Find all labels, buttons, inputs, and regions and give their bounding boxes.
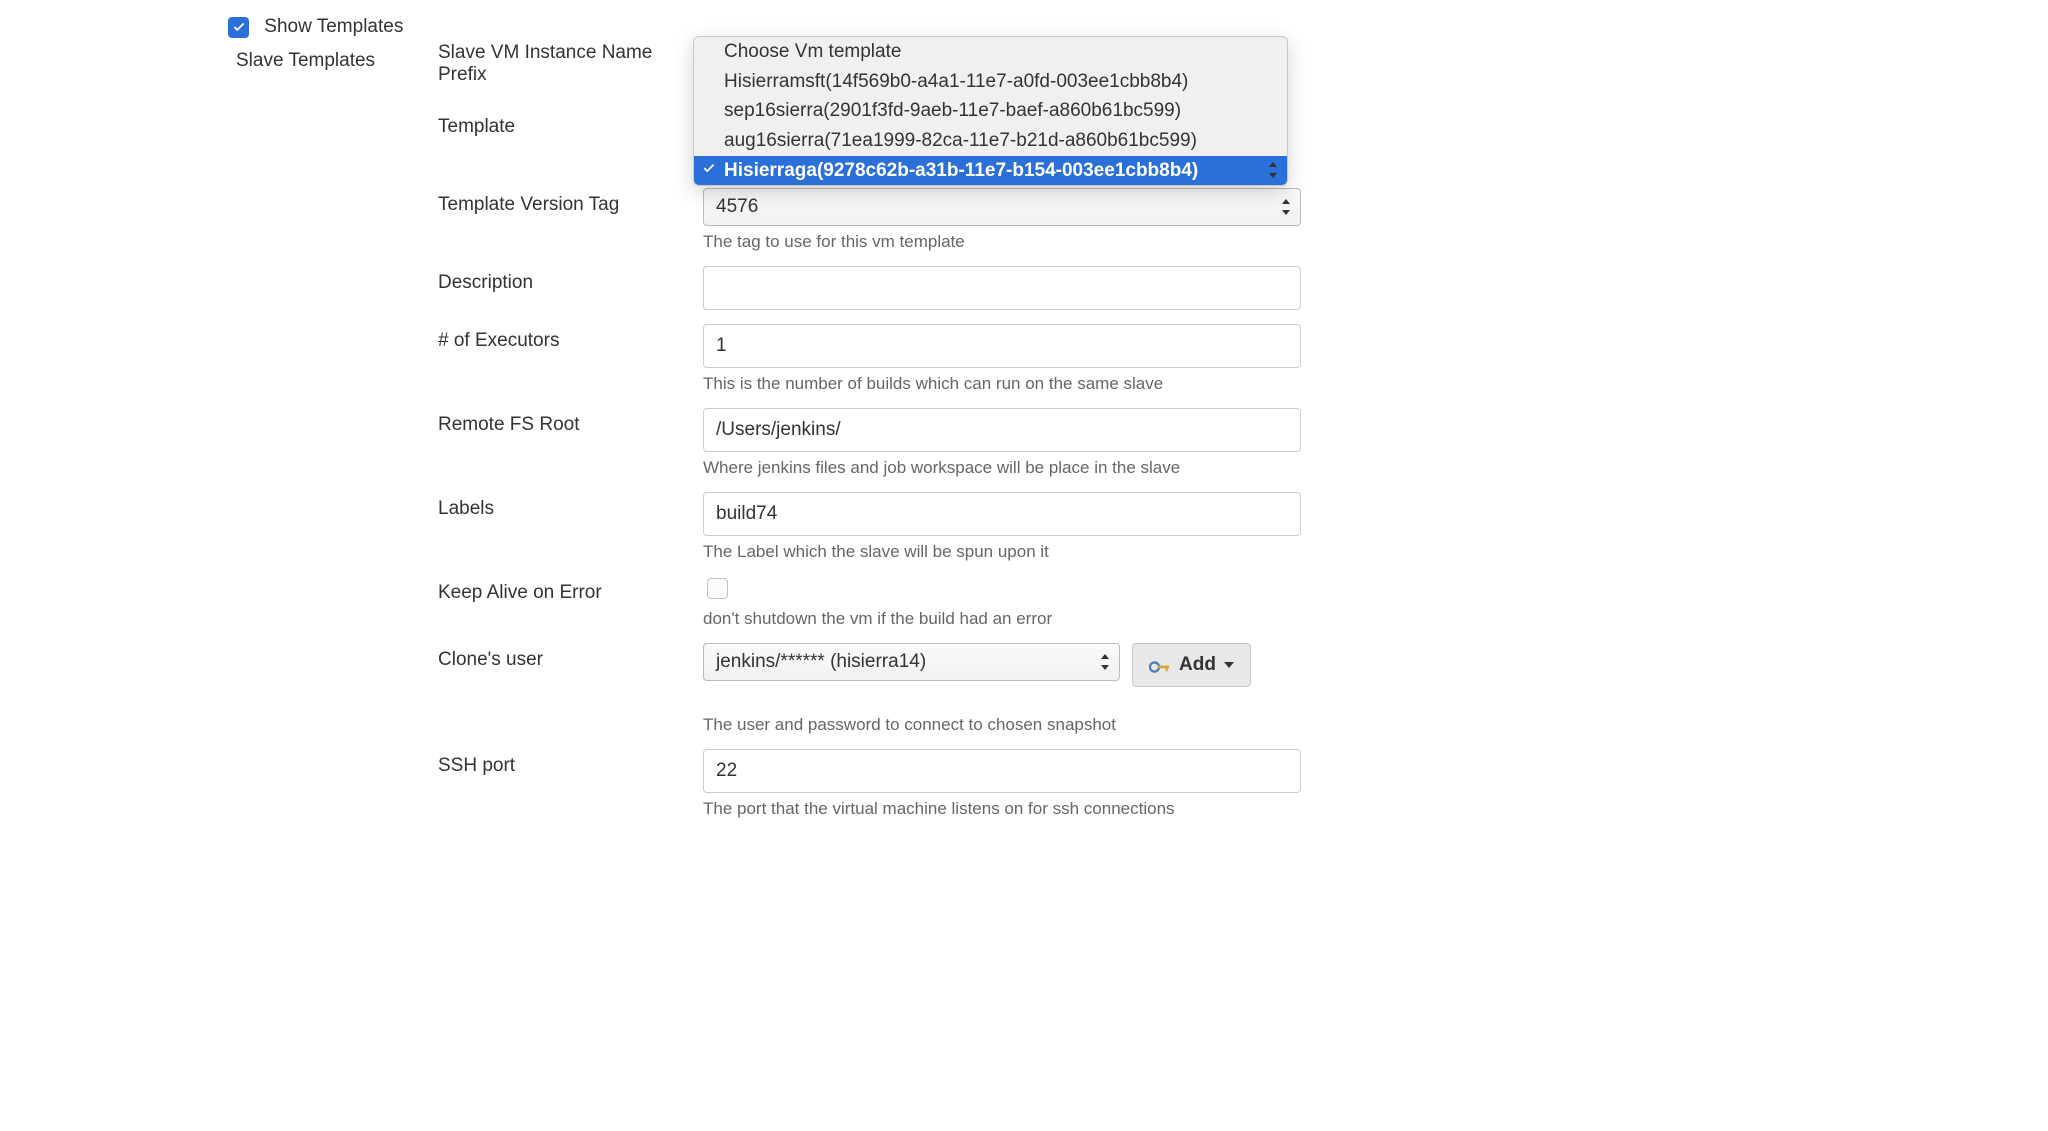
- description-input[interactable]: [703, 266, 1301, 310]
- help-keep-alive: don't shutdown the vm if the build had a…: [703, 609, 1301, 629]
- check-icon: [702, 158, 716, 184]
- label-template: Template: [438, 110, 703, 138]
- show-templates-checkbox[interactable]: [228, 17, 249, 38]
- key-icon: [1149, 658, 1171, 672]
- label-keep-alive: Keep Alive on Error: [438, 576, 703, 604]
- template-dropdown[interactable]: Choose Vm template Hisierramsft(14f569b0…: [693, 36, 1288, 186]
- add-button-label: Add: [1179, 654, 1216, 676]
- row-ssh-port: SSH port The port that the virtual machi…: [438, 749, 2048, 833]
- label-clone-user: Clone's user: [438, 643, 703, 671]
- help-ssh-port: The port that the virtual machine listen…: [703, 799, 1301, 819]
- dropdown-option[interactable]: sep16sierra(2901f3fd-9aeb-11e7-baef-a860…: [694, 96, 1287, 126]
- dropdown-selected-label: Hisierraga(9278c62b-a31b-11e7-b154-003ee…: [724, 160, 1198, 181]
- help-labels: The Label which the slave will be spun u…: [703, 542, 1301, 562]
- version-tag-select[interactable]: 4576: [703, 188, 1301, 226]
- row-version-tag: Template Version Tag 4576 The tag to use…: [438, 188, 2048, 266]
- dropdown-header: Choose Vm template: [694, 37, 1287, 67]
- label-remote-fs: Remote FS Root: [438, 408, 703, 436]
- clone-user-select[interactable]: jenkins/****** (hisierra14): [703, 643, 1120, 681]
- label-labels: Labels: [438, 492, 703, 520]
- labels-input[interactable]: [703, 492, 1301, 536]
- help-remote-fs: Where jenkins files and job workspace wi…: [703, 458, 1301, 478]
- label-version-tag: Template Version Tag: [438, 188, 703, 216]
- label-executors: # of Executors: [438, 324, 703, 352]
- clone-user-value: jenkins/****** (hisierra14): [716, 651, 926, 673]
- label-ssh-port: SSH port: [438, 749, 703, 777]
- updown-icon: [1280, 198, 1292, 216]
- dropdown-option[interactable]: Hisierramsft(14f569b0-a4a1-11e7-a0fd-003…: [694, 67, 1287, 97]
- row-remote-fs: Remote FS Root Where jenkins files and j…: [438, 408, 2048, 492]
- updown-icon: [1099, 653, 1111, 671]
- dropdown-option-selected[interactable]: Hisierraga(9278c62b-a31b-11e7-b154-003ee…: [694, 156, 1287, 186]
- add-credentials-button[interactable]: Add: [1132, 643, 1251, 687]
- show-templates-row: Show Templates: [228, 16, 2048, 38]
- label-instance-prefix: Slave VM Instance Name Prefix: [438, 36, 703, 86]
- row-executors: # of Executors This is the number of bui…: [438, 324, 2048, 408]
- help-version-tag: The tag to use for this vm template: [703, 232, 1301, 252]
- keep-alive-checkbox[interactable]: [707, 578, 728, 599]
- version-tag-value: 4576: [716, 196, 758, 218]
- executors-input[interactable]: [703, 324, 1301, 368]
- row-keep-alive: Keep Alive on Error don't shutdown the v…: [438, 576, 2048, 643]
- remote-fs-input[interactable]: [703, 408, 1301, 452]
- dropdown-option[interactable]: aug16sierra(71ea1999-82ca-11e7-b21d-a860…: [694, 126, 1287, 156]
- row-clone-user: Clone's user jenkins/****** (hisierra14)…: [438, 643, 2048, 749]
- help-clone-user: The user and password to connect to chos…: [703, 715, 1301, 735]
- row-description: Description: [438, 266, 2048, 324]
- row-labels: Labels The Label which the slave will be…: [438, 492, 2048, 576]
- ssh-port-input[interactable]: [703, 749, 1301, 793]
- label-description: Description: [438, 266, 703, 294]
- updown-icon: [1267, 161, 1279, 179]
- help-executors: This is the number of builds which can r…: [703, 374, 1301, 394]
- chevron-down-icon: [1224, 662, 1234, 668]
- show-templates-label: Show Templates: [264, 16, 403, 37]
